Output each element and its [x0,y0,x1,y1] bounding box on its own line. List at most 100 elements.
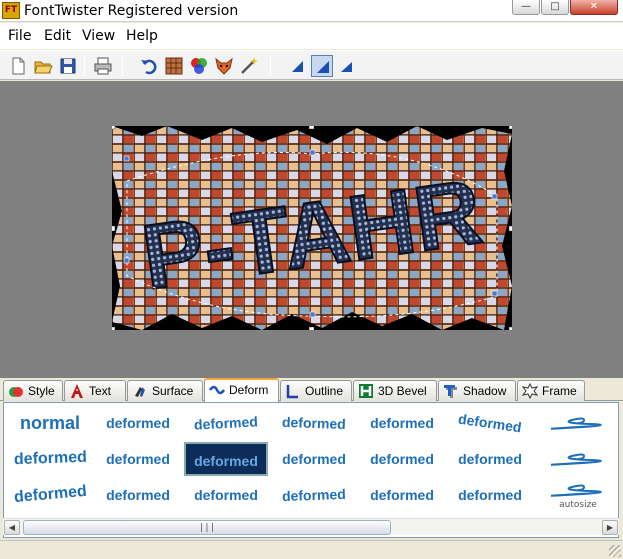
menu-help[interactable]: Help [126,28,158,44]
deform-style-option[interactable]: deformed [272,406,356,440]
fox-icon[interactable] [213,55,235,77]
deform-style-option[interactable]: deformed [184,478,268,512]
tab-deform[interactable]: Deform [204,378,279,402]
toolbar-separator [270,56,271,76]
deform-style-option[interactable]: normal [8,406,92,440]
tab-text-label: Text [89,384,112,398]
style-option-label: deformed [194,453,258,469]
tab-style[interactable]: Style [3,380,63,401]
menu-bar: File Edit View Help [0,23,623,49]
scroll-left-button[interactable]: ◀ [4,520,20,535]
tab-surface-label: Surface [152,384,194,398]
deform-style-option[interactable]: deformed [96,442,180,476]
toolbar-separator [84,56,85,76]
outline-icon [286,385,298,399]
surface-icon [135,387,145,397]
deform-style-option[interactable]: deformed [448,478,532,512]
texture-icon[interactable] [163,55,185,77]
minimize-icon: — [521,1,531,12]
style-option-label: deformed [106,451,170,467]
scroll-thumb[interactable]: ||| [23,520,391,535]
deform-style-option[interactable]: deformed [360,406,444,440]
deform-style-option[interactable]: deformed [184,406,268,440]
scroll-right-button[interactable]: ▶ [602,520,618,535]
colors-icon[interactable] [188,55,210,77]
close-button[interactable]: ✕ [570,0,618,15]
style-option-label: deformed [281,485,347,505]
style-option-label: deformed [106,415,170,431]
deform-style-option[interactable]: deformed [272,442,356,476]
chevron-left-icon: ◀ [8,523,16,532]
tab-frame[interactable]: Frame [517,380,585,401]
save-icon[interactable] [57,55,79,77]
spiral-icon [551,417,602,430]
style-option-label: normal [19,413,80,433]
maximize-icon: □ [550,1,560,12]
undo-icon[interactable] [138,55,160,77]
application-window: FT FontTwister Registered version — □ ✕ … [0,0,623,559]
tab-outline-label: Outline [305,384,344,398]
open-folder-icon[interactable] [32,55,54,77]
deform-style-option[interactable]: deformed [8,442,92,476]
align-shape-3-icon[interactable] [336,55,358,77]
deform-style-option[interactable]: deformed [360,442,444,476]
tab-shadow[interactable]: Shadow [438,380,516,401]
deform-style-option[interactable]: autosize [536,478,620,512]
text-icon [71,384,83,398]
tab-shadow-label: Shadow [463,384,507,398]
style-option-label: deformed [370,487,434,503]
deform-style-option[interactable]: deformed [8,478,92,512]
tab-style-label: Style [28,384,55,398]
style-option-label: deformed [370,415,434,431]
status-bar [0,540,623,559]
deform-style-option[interactable]: deformed [448,442,532,476]
minimize-button[interactable]: — [512,0,540,15]
toolbar-separator [122,56,123,76]
spiral-icon [551,453,602,466]
new-document-icon[interactable] [7,55,29,77]
menu-view[interactable]: View [82,28,115,44]
title-bar[interactable]: FT FontTwister Registered version — □ ✕ [0,0,623,22]
style-option-label: autosize [559,500,597,510]
deform-style-option[interactable]: deformed [448,406,532,440]
font-artwork[interactable]: P-TAHR [112,126,512,330]
tab-outline[interactable]: Outline [280,380,352,401]
tab-frame-label: Frame [542,384,577,398]
close-icon: ✕ [589,1,599,12]
style-option-label: deformed [457,410,523,436]
scroll-grip: ||| [198,523,216,533]
tab-3d-bevel[interactable]: 3D Bevel [353,380,437,401]
tab-text[interactable]: Text [64,380,126,401]
deform-style-option[interactable]: deformed [184,442,268,476]
menu-file[interactable]: File [8,28,31,44]
deform-style-option[interactable]: deformed [360,478,444,512]
style-option-label: deformed [458,451,522,467]
app-icon[interactable]: FT [2,2,20,19]
style-option-label: deformed [13,448,87,469]
magic-wand-icon[interactable] [238,55,260,77]
deform-style-option[interactable] [536,406,620,440]
maximize-button[interactable]: □ [541,0,569,15]
tab-bar: Style Text Surface Deform Outline 3D Bev… [0,378,623,402]
align-shape-1-icon[interactable] [287,55,309,77]
horizontal-scrollbar[interactable]: ◀ ||| ▶ [3,518,619,535]
menu-edit[interactable]: Edit [44,28,71,44]
style-option-label: deformed [12,482,88,507]
style-option-label: deformed [281,413,347,433]
deform-style-option[interactable]: deformed [96,478,180,512]
resize-grip-icon[interactable] [609,545,621,557]
deform-style-option[interactable] [536,442,620,476]
style-option-label: deformed [282,451,346,467]
align-shape-2-icon[interactable] [311,55,333,77]
canvas-area[interactable]: P-TAHR [0,81,623,378]
tab-3d-bevel-label: 3D Bevel [378,384,427,398]
tab-surface[interactable]: Surface [127,380,203,401]
deform-icon [209,385,225,395]
print-icon[interactable] [92,55,114,77]
deform-style-option[interactable]: deformed [96,406,180,440]
window-title: FontTwister Registered version [24,3,239,19]
style-option-label: deformed [194,487,258,503]
deform-style-option[interactable]: deformed [272,478,356,512]
tab-deform-label: Deform [229,383,269,397]
toolbar [0,50,623,80]
